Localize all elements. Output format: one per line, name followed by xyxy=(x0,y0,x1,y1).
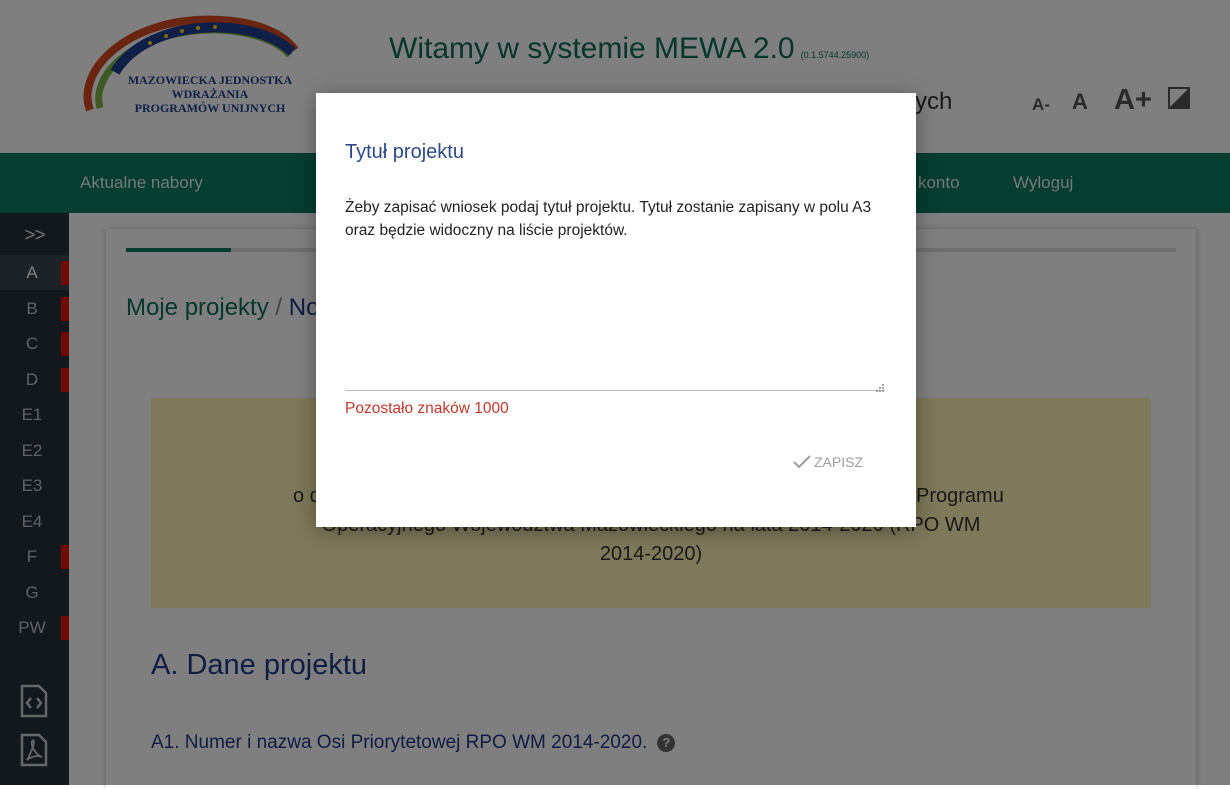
dialog-title: Tytuł projektu xyxy=(345,141,464,163)
project-title-dialog: Tytuł projektu Żeby zapisać wniosek poda… xyxy=(316,93,916,527)
save-button[interactable]: ZAPISZ xyxy=(792,449,863,475)
remaining-characters: Pozostało znaków 1000 xyxy=(345,400,509,417)
dialog-description: Żeby zapisać wniosek podaj tytuł projekt… xyxy=(345,199,872,239)
textarea-resize-grip-icon[interactable] xyxy=(875,380,885,392)
project-title-input[interactable] xyxy=(345,248,885,391)
check-icon xyxy=(793,455,811,469)
save-button-label: ZAPISZ xyxy=(814,454,864,470)
